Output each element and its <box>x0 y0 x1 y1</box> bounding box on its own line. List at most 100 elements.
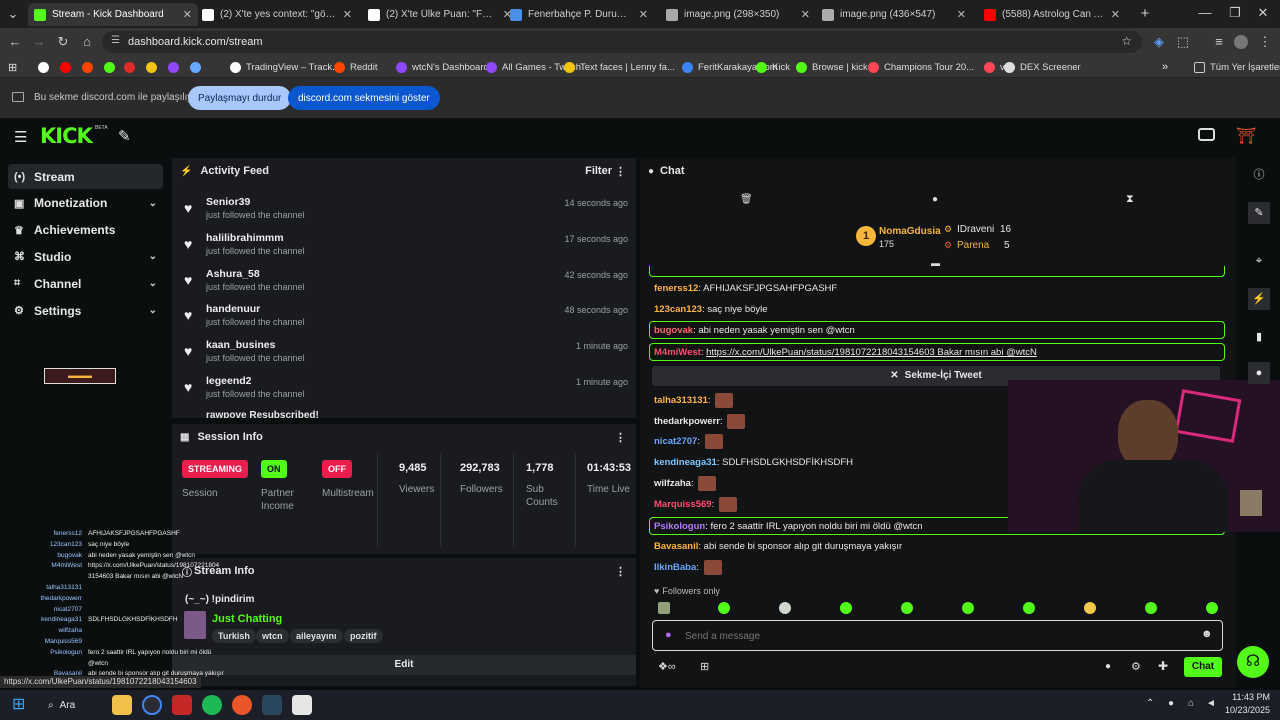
tab-search-icon[interactable]: ⌄ <box>4 5 22 23</box>
chat-username[interactable]: IlkinBaba <box>654 562 696 573</box>
emote-icon[interactable] <box>718 602 730 614</box>
bookmarks-overflow-icon[interactable]: » <box>1162 59 1168 75</box>
browser-tab[interactable]: (2) X'te Ülke Puan: "Fenerbahçe✕ <box>362 3 518 26</box>
taskbar-search[interactable]: ⌕ Ara <box>48 695 75 715</box>
emote-icon[interactable] <box>1145 602 1157 614</box>
kick-logo[interactable]: KICK <box>40 124 93 148</box>
sidebar-item[interactable]: (•) Stream <box>8 164 163 189</box>
support-headset-button[interactable]: ☊ <box>1237 646 1269 678</box>
emote-icon[interactable] <box>1084 602 1096 614</box>
minimize-button[interactable]: — <box>1196 4 1214 22</box>
emote-icon[interactable] <box>658 602 670 614</box>
chat-rail-icon[interactable]: ● <box>1248 362 1270 384</box>
vr-icon[interactable] <box>1198 128 1215 141</box>
mic-icon[interactable]: ● <box>1168 698 1174 709</box>
home-icon[interactable]: ⌂ <box>78 33 96 51</box>
menu-icon[interactable]: ⋮ <box>1256 33 1274 51</box>
bookmark-item[interactable]: Text faces | Lenny fa... <box>564 59 675 75</box>
chat-input-box[interactable]: ● ☻ <box>652 620 1223 651</box>
network-icon[interactable]: ⌂ <box>1188 698 1194 709</box>
tray-overflow-icon[interactable]: ⌃ <box>1146 698 1154 709</box>
emote-icon[interactable] <box>840 602 852 614</box>
stream-more-icon[interactable]: ⋮ <box>615 565 626 578</box>
tab-close-icon[interactable]: ✕ <box>343 8 352 21</box>
maximize-button[interactable]: ❐ <box>1226 4 1244 22</box>
chat-username[interactable]: wilfzaha <box>654 478 691 489</box>
chat-username[interactable]: Bavasanil <box>654 541 698 552</box>
media-icon[interactable]: ≡ <box>1210 33 1228 51</box>
top-gifter-name[interactable]: NomaGdusia <box>879 226 941 237</box>
chat-settings-icon[interactable]: ⚙ <box>1131 660 1141 673</box>
browser-tab[interactable]: image.png (436×547) ✕ <box>816 3 972 26</box>
chat-username[interactable]: nicat2707 <box>654 436 697 447</box>
new-tab-button[interactable]: + <box>1136 5 1154 23</box>
sidebar-item[interactable]: ♛ Achievements <box>8 218 163 243</box>
chevron-down-icon[interactable]: ⌄ <box>149 198 157 209</box>
firefox-icon[interactable] <box>232 695 252 715</box>
chrome-icon[interactable] <box>142 695 162 715</box>
windows-start-icon[interactable]: ⊞ <box>12 695 32 715</box>
chat-link[interactable]: https://x.com/UlkePuan/status/1981072218… <box>706 347 1037 358</box>
chat-users-icon[interactable]: ✚ <box>1158 659 1168 673</box>
bookmark-item[interactable] <box>190 59 206 75</box>
extensions-puzzle-icon[interactable]: ⬚ <box>1174 33 1192 51</box>
clip-rail-icon[interactable]: ▮ <box>1248 326 1270 348</box>
apps-icon[interactable]: ⊞ <box>8 59 17 75</box>
follower-name[interactable]: halilibrahimmm <box>206 232 284 244</box>
forward-icon[interactable]: → <box>30 33 48 51</box>
bookmark-item[interactable] <box>38 59 54 75</box>
clock-date[interactable]: 10/23/2025 <box>1220 705 1270 715</box>
bookmark-item[interactable]: Champions Tour 20... <box>868 59 974 75</box>
gifter-3-name[interactable]: Parena <box>957 240 989 251</box>
sidebar-item[interactable]: ⌘ Studio ⌄ <box>8 244 163 269</box>
browser-tab[interactable]: Stream - Kick Dashboard ✕ <box>28 3 198 26</box>
chat-username[interactable]: Psikologun <box>654 521 705 532</box>
trash-icon[interactable]: 🗑 <box>740 194 753 205</box>
extension-icon[interactable]: ◈ <box>1150 33 1168 51</box>
bookmark-item[interactable] <box>146 59 162 75</box>
edit-rail-icon[interactable]: ✎ <box>1248 202 1270 224</box>
emote-icon[interactable] <box>1206 602 1218 614</box>
follower-name[interactable]: Senior39 <box>206 196 250 208</box>
chat-message-input[interactable] <box>685 627 1165 645</box>
bookmark-star-icon[interactable]: ☆ <box>1121 34 1132 48</box>
activity-more-icon[interactable]: ⋮ <box>615 165 626 178</box>
emoji-icon[interactable]: ☻ <box>1201 628 1213 640</box>
user-avatar[interactable]: ⛩ <box>1236 126 1256 146</box>
store-icon[interactable]: ⊞ <box>700 660 709 673</box>
chat-bubble-tab-icon[interactable]: ● <box>932 194 938 205</box>
filter-button[interactable]: Filter <box>585 165 612 177</box>
emote-icon[interactable] <box>1023 602 1035 614</box>
chevron-down-icon[interactable]: ⌄ <box>149 278 157 289</box>
browser-tab[interactable]: (5588) Astrolog Can Aydoğmuş ✕ <box>978 3 1126 26</box>
follower-name[interactable]: handenuur <box>206 303 260 315</box>
hamburger-menu-icon[interactable]: ☰ <box>14 128 27 146</box>
tab-close-icon[interactable]: ✕ <box>183 8 192 21</box>
chat-username[interactable]: thedarkpowerr <box>654 416 720 427</box>
profile-avatar[interactable] <box>1234 35 1248 49</box>
broadcast-tool-icon[interactable]: ✎ <box>118 127 131 145</box>
gifter-2-name[interactable]: IDraveni <box>957 224 994 235</box>
tag-chip[interactable]: pozitif <box>344 629 383 643</box>
stop-sharing-button[interactable]: Paylaşmayı durdur <box>188 86 292 110</box>
emote-icon[interactable] <box>962 602 974 614</box>
send-chat-button[interactable]: Chat <box>1184 657 1222 677</box>
target-rail-icon[interactable]: ⌖ <box>1248 250 1270 272</box>
microphone-icon[interactable]: ● <box>665 629 672 641</box>
follower-name[interactable]: Ashura_58 <box>206 268 260 280</box>
chat-username[interactable]: Marquiss569 <box>654 499 712 510</box>
bookmark-item[interactable] <box>168 59 184 75</box>
tag-chip[interactable]: aileyayını <box>290 629 343 643</box>
chat-username[interactable]: 123can123 <box>654 304 702 315</box>
bookmark-item[interactable]: Kick <box>756 59 790 75</box>
reload-icon[interactable]: ↻ <box>54 33 72 51</box>
browser-tab[interactable]: Fenerbahçe P. Durumu | Mackolik ✕ <box>504 3 654 26</box>
chat-mode-icon[interactable]: ● <box>1105 661 1111 672</box>
app-icon[interactable] <box>172 695 192 715</box>
chat-username[interactable]: talha313131 <box>654 395 708 406</box>
session-more-icon[interactable]: ⋮ <box>615 431 626 444</box>
back-icon[interactable]: ← <box>6 33 24 51</box>
tab-close-icon[interactable]: ✕ <box>1111 8 1120 21</box>
tab-close-icon[interactable]: ✕ <box>957 8 966 21</box>
spotify-icon[interactable] <box>202 695 222 715</box>
